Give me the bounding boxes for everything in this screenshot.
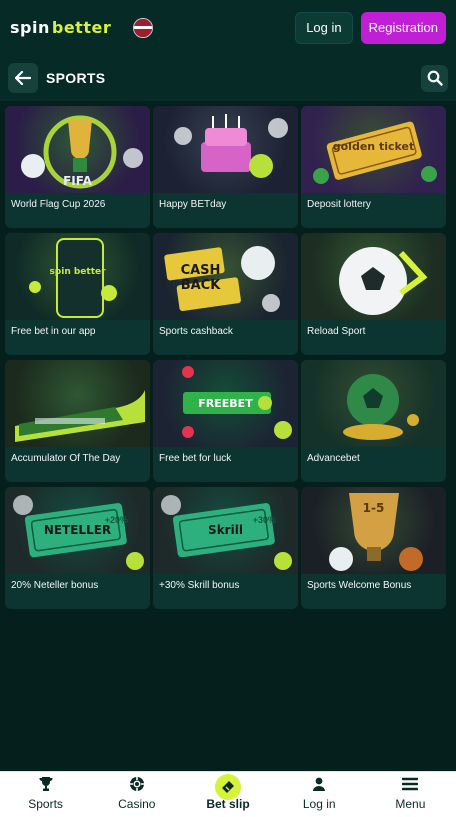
- promo-badge: golden ticket: [332, 140, 415, 153]
- promo-title: Sports cashback: [159, 326, 233, 337]
- promo-card[interactable]: CASH BACK Sports cashback: [153, 233, 298, 355]
- latvia-flag-icon[interactable]: [133, 17, 154, 38]
- promo-badge: spin better: [49, 267, 106, 277]
- soccer-ball-icon: [339, 247, 428, 315]
- promo-badge: Skrill: [208, 523, 243, 537]
- promo-image: Skrill +30%: [153, 487, 298, 574]
- promo-title: 20% Neteller bonus: [11, 580, 99, 591]
- page-title: SPORTS: [46, 70, 106, 86]
- nav-label: Log in: [302, 797, 336, 811]
- nav-label: Casino: [118, 797, 156, 811]
- user-icon: [313, 777, 326, 791]
- arrow-left-icon: [15, 71, 31, 85]
- cake-icon: [174, 114, 288, 178]
- promo-image: FREEBET: [153, 360, 298, 447]
- promo-badge: FIFA: [63, 174, 92, 188]
- promo-title: Free bet in our app: [11, 326, 96, 337]
- promo-card[interactable]: FREEBET Free bet for luck: [153, 360, 298, 482]
- promo-image: [153, 106, 298, 193]
- promo-image: [5, 360, 150, 447]
- promo-title: Advancebet: [307, 453, 360, 464]
- promo-card[interactable]: Accumulator Of The Day: [5, 360, 150, 482]
- promo-percent: +20%: [104, 515, 128, 525]
- promo-card[interactable]: Reload Sport: [301, 233, 446, 355]
- spinbetter-logo[interactable]: spin better: [10, 18, 111, 37]
- chip-icon: [129, 777, 144, 791]
- login-button[interactable]: Log in: [295, 11, 353, 44]
- header: spin better Log in Registration: [0, 0, 456, 55]
- nav-casino[interactable]: Casino: [91, 772, 182, 817]
- promo-badge: CASH BACK: [180, 263, 221, 293]
- nav-label: Sports: [28, 797, 63, 811]
- promo-image: NETELLER +20%: [5, 487, 150, 574]
- back-button[interactable]: [8, 63, 38, 93]
- promo-card[interactable]: Advancebet: [301, 360, 446, 482]
- promo-badge: NETELLER: [43, 523, 112, 537]
- promo-title: World Flag Cup 2026: [11, 199, 106, 210]
- promo-card[interactable]: spin better Free bet in our app: [5, 233, 150, 355]
- promo-badge: FREEBET: [198, 397, 253, 410]
- nav-label: Menu: [395, 797, 426, 811]
- promo-image: [301, 233, 446, 320]
- registration-button[interactable]: Registration: [360, 11, 446, 44]
- soccer-ball-coins-icon: [343, 374, 419, 440]
- promo-card[interactable]: NETELLER +20% 20% Neteller bonus: [5, 487, 150, 609]
- logo-part-better: better: [51, 18, 112, 37]
- promo-title: Reload Sport: [307, 326, 366, 337]
- nav-menu[interactable]: Menu: [365, 772, 456, 817]
- promo-title: +30% Skrill bonus: [159, 580, 240, 591]
- promo-title: Deposit lottery: [307, 199, 371, 210]
- promo-title: Accumulator Of The Day: [11, 453, 121, 464]
- promo-badge: 1-5: [362, 501, 385, 515]
- search-icon: [427, 70, 443, 86]
- bottom-nav: Sports Casino Bet slip Log in Menu: [0, 771, 456, 817]
- promo-image: [301, 360, 446, 447]
- promotions-grid: FIFA World Flag Cup 2026 Happy BETday golde…: [5, 106, 447, 609]
- promo-title: Happy BETday: [159, 199, 227, 210]
- nav-sports[interactable]: Sports: [0, 772, 91, 817]
- trophy-icon: [39, 777, 53, 791]
- ticket-icon: [222, 781, 234, 793]
- promo-title: Free bet for luck: [159, 453, 232, 464]
- nav-bet-slip[interactable]: Bet slip: [182, 772, 273, 817]
- promo-card[interactable]: golden ticket Deposit lottery: [301, 106, 446, 228]
- promo-image: golden ticket: [301, 106, 446, 193]
- promo-percent: +30%: [252, 515, 276, 525]
- promo-card[interactable]: 1-5 Sports Welcome Bonus: [301, 487, 446, 609]
- promo-card[interactable]: FIFA World Flag Cup 2026: [5, 106, 150, 228]
- promo-image: spin better: [5, 233, 150, 320]
- promo-image: CASH BACK: [153, 233, 298, 320]
- promo-card[interactable]: Skrill +30% +30% Skrill bonus: [153, 487, 298, 609]
- promo-image: 1-5: [301, 487, 446, 574]
- hamburger-icon: [402, 777, 419, 791]
- logo-part-spin: spin: [10, 18, 50, 37]
- search-button[interactable]: [421, 64, 448, 92]
- promo-image: FIFA: [5, 106, 150, 193]
- train-icon: [15, 390, 145, 442]
- section-titlebar: SPORTS: [0, 55, 456, 101]
- promo-card[interactable]: Happy BETday: [153, 106, 298, 228]
- promo-title: Sports Welcome Bonus: [307, 580, 412, 591]
- nav-login[interactable]: Log in: [274, 772, 365, 817]
